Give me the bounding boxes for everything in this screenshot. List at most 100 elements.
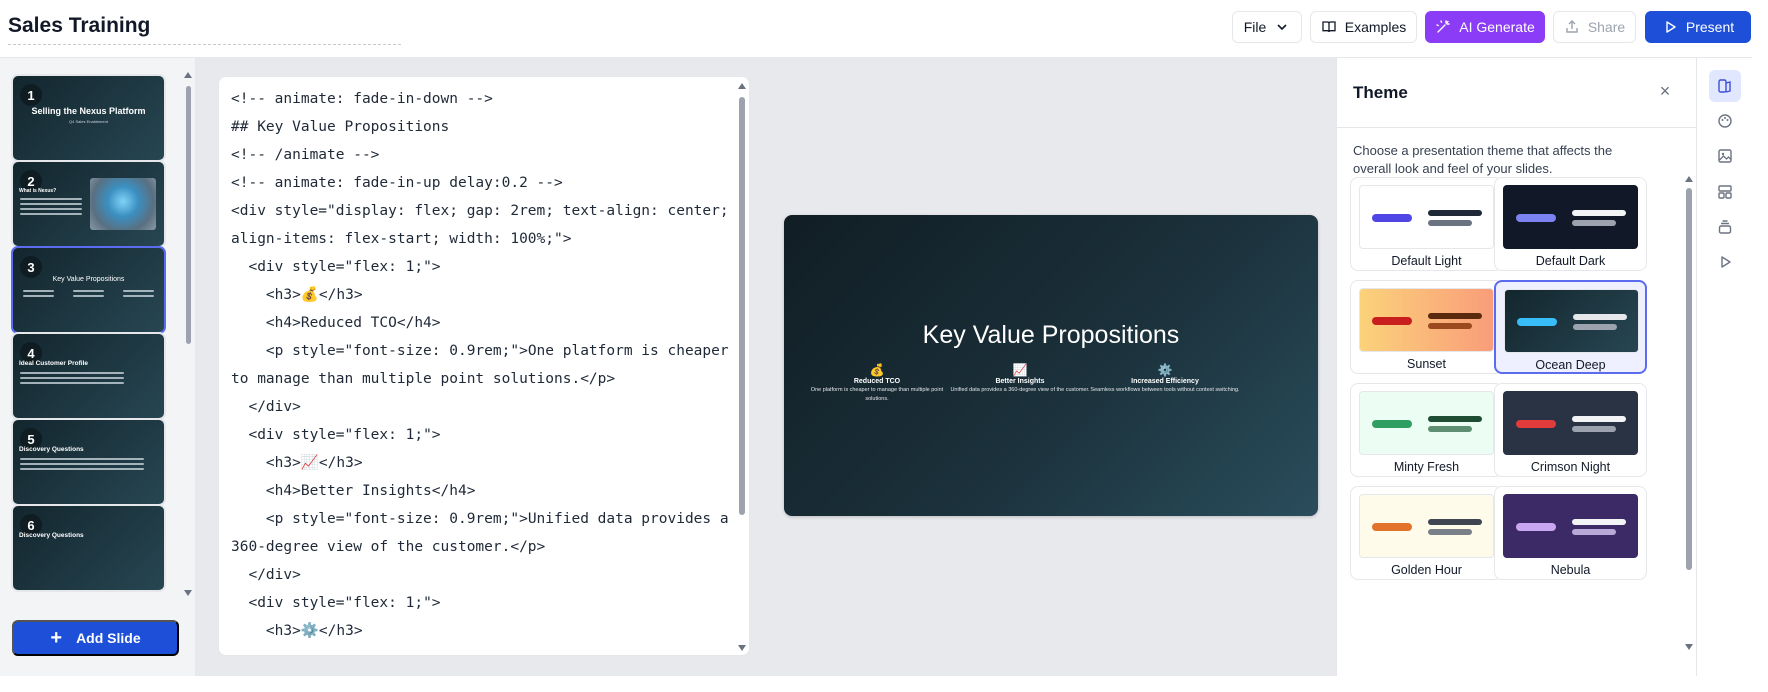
slide-number: 1 [20, 84, 42, 106]
theme-subtext-swatch [1428, 529, 1472, 535]
image-icon [1718, 149, 1732, 163]
theme-accent-swatch [1517, 318, 1557, 326]
theme-text-swatch [1428, 210, 1482, 216]
editor-code[interactable]: <!-- animate: fade-in-down --> ## Key Va… [231, 85, 731, 645]
theme-swatch [1359, 185, 1494, 249]
slide-thumbnail-2[interactable]: 2 What is Nexus? [11, 160, 166, 248]
theme-text-swatch [1572, 519, 1626, 525]
theme-accent-swatch [1372, 523, 1412, 531]
slide-thumbnail-5[interactable]: 5 Discovery Questions [11, 418, 166, 506]
theme-panel-scroll-thumb[interactable] [1686, 188, 1692, 570]
theme-accent-swatch [1516, 214, 1556, 222]
slide-thumbnail-4[interactable]: 4 Ideal Customer Profile [11, 332, 166, 420]
theme-subtext-swatch [1573, 324, 1617, 330]
preview-column-3: ⚙️ Increased Efficiency Seamless workflo… [1090, 363, 1240, 395]
layers-rail-button[interactable] [1709, 211, 1741, 243]
slide-thumb-image [90, 178, 156, 230]
theme-card-label: Minty Fresh [1393, 460, 1460, 474]
theme-panel-title: Theme [1353, 83, 1408, 102]
template-rail-button[interactable] [1709, 176, 1741, 208]
play-icon [1666, 21, 1676, 33]
editor-scroll-thumb[interactable] [739, 97, 745, 515]
theme-swatch [1359, 391, 1494, 455]
preview-column-heading: Reduced TCO [853, 378, 901, 385]
theme-swatch [1359, 494, 1494, 558]
theme-card-crimson-night[interactable]: Crimson Night [1494, 383, 1647, 477]
theme-card-label: Default Dark [1535, 254, 1606, 268]
theme-card-default-light[interactable]: Default Light [1350, 177, 1503, 271]
share-button[interactable]: Share [1553, 11, 1636, 43]
theme-card-minty-fresh[interactable]: Minty Fresh [1350, 383, 1503, 477]
layers-icon [1718, 220, 1732, 234]
theme-subtext-swatch [1572, 220, 1616, 226]
theme-panel: Theme × Choose a presentation theme that… [1336, 58, 1697, 676]
scroll-up-arrow-icon[interactable] [1685, 176, 1693, 182]
preview-column-2: 📈 Better Insights Unified data provides … [945, 363, 1095, 395]
slide-thumbnail-6[interactable]: 6 Discovery Questions [11, 504, 166, 592]
tool-rail [1696, 58, 1752, 676]
present-label: Present [1685, 19, 1735, 35]
title-underline [8, 44, 401, 45]
scroll-down-arrow-icon[interactable] [1685, 644, 1693, 650]
slide-thumb-title: Discovery Questions [19, 532, 84, 539]
theme-card-default-dark[interactable]: Default Dark [1494, 177, 1647, 271]
preview-column-text: One platform is cheaper to manage than m… [810, 387, 944, 402]
slide-thumb-col [73, 290, 104, 300]
theme-accent-swatch [1372, 317, 1412, 325]
gear-icon: ⚙️ [1157, 363, 1173, 377]
presentation-title[interactable]: Sales Training [8, 14, 150, 38]
markdown-editor[interactable]: <!-- animate: fade-in-down --> ## Key Va… [218, 76, 750, 656]
slide-thumb-text [20, 458, 144, 473]
theme-card-golden-hour[interactable]: Golden Hour [1350, 486, 1503, 580]
preview-column-text: Seamless workflows between tools without… [1090, 387, 1240, 393]
slide-list-scroll-thumb[interactable] [186, 86, 191, 344]
theme-swatch [1359, 288, 1494, 352]
money-bag-icon: 💰 [869, 363, 885, 377]
layout-rail-button[interactable] [1709, 70, 1741, 102]
theme-accent-swatch [1372, 420, 1412, 428]
scroll-down-arrow-icon[interactable] [184, 590, 192, 596]
layout-icon [1718, 79, 1731, 93]
slide-sidebar: 1 Selling the Nexus Platform Q4 Sales En… [0, 58, 196, 676]
image-rail-button[interactable] [1709, 140, 1741, 172]
scroll-up-arrow-icon[interactable] [738, 83, 746, 89]
top-bar: Sales Training File Examples AI Generate… [0, 0, 1752, 58]
file-menu-button[interactable]: File [1232, 11, 1302, 43]
slide-thumb-title: Key Value Propositions [52, 276, 125, 283]
scroll-up-arrow-icon[interactable] [184, 72, 192, 78]
theme-accent-swatch [1372, 214, 1412, 222]
slide-thumb-title: Ideal Customer Profile [19, 360, 88, 367]
examples-button[interactable]: Examples [1310, 11, 1417, 43]
theme-card-label: Default Light [1391, 254, 1462, 268]
theme-card-sunset[interactable]: Sunset [1350, 280, 1503, 374]
slide-preview[interactable]: Key Value Propositions 💰 Reduced TCO One… [784, 215, 1318, 516]
theme-swatch [1504, 289, 1639, 353]
add-slide-button[interactable]: + Add Slide [12, 620, 179, 656]
theme-card-label: Golden Hour [1391, 563, 1462, 577]
theme-swatch [1503, 494, 1638, 558]
scroll-down-arrow-icon[interactable] [738, 645, 746, 651]
slide-thumbnail-3[interactable]: 3 Key Value Propositions [11, 246, 166, 334]
examples-label: Examples [1344, 19, 1407, 35]
theme-card-label: Ocean Deep [1535, 358, 1606, 372]
theme-subtext-swatch [1572, 426, 1616, 432]
app-window: Sales Training File Examples AI Generate… [0, 0, 1752, 676]
play-icon [1721, 256, 1731, 268]
preview-rail-button[interactable] [1709, 246, 1741, 278]
share-label: Share [1587, 19, 1626, 35]
magic-wand-icon [1436, 20, 1450, 33]
theme-card-ocean-deep[interactable]: Ocean Deep [1494, 280, 1647, 374]
palette-icon [1718, 114, 1732, 128]
theme-accent-swatch [1516, 420, 1556, 428]
workspace: <!-- animate: fade-in-down --> ## Key Va… [196, 58, 1336, 676]
theme-rail-button[interactable] [1709, 105, 1741, 137]
theme-card-nebula[interactable]: Nebula [1494, 486, 1647, 580]
present-button[interactable]: Present [1645, 11, 1751, 43]
close-icon[interactable]: × [1657, 82, 1673, 100]
theme-text-swatch [1572, 210, 1626, 216]
theme-subtext-swatch [1572, 529, 1616, 535]
preview-title: Key Value Propositions [922, 321, 1180, 349]
ai-generate-button[interactable]: AI Generate [1425, 11, 1545, 43]
slide-thumbnail-1[interactable]: 1 Selling the Nexus Platform Q4 Sales En… [11, 74, 166, 162]
plus-icon: + [50, 627, 63, 649]
